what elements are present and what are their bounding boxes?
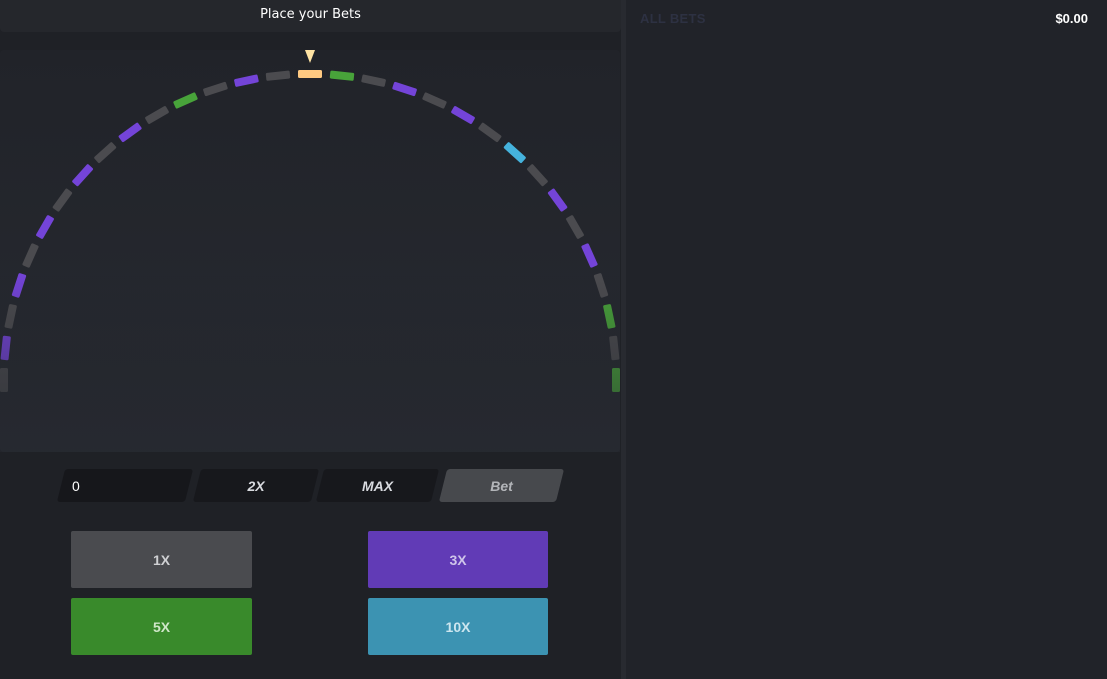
wheel-segment-grey bbox=[361, 74, 386, 87]
wheel-segment-grey bbox=[265, 70, 291, 81]
max-button[interactable]: MAX bbox=[315, 469, 440, 502]
wheel-segment-purple bbox=[581, 243, 598, 268]
double-button[interactable]: 2X bbox=[192, 469, 320, 502]
wheel-segment-green bbox=[173, 92, 198, 109]
wheel-segment-grey bbox=[593, 273, 609, 298]
wheel-segment-purple bbox=[0, 335, 11, 361]
wheel-pointer-icon bbox=[305, 50, 315, 63]
wheel-segment-grey bbox=[527, 164, 548, 187]
wheel-segment-gold bbox=[298, 70, 322, 78]
wheel-segment-grey bbox=[52, 188, 73, 212]
wheel-segment-grey bbox=[478, 122, 502, 143]
wheel-segment-purple bbox=[118, 122, 142, 143]
page-title: Place your Bets bbox=[260, 7, 361, 22]
multiplier-1x-button[interactable]: 1X bbox=[71, 531, 252, 588]
all-bets-label: ALL BETS bbox=[640, 11, 706, 26]
wheel-segment-green bbox=[329, 70, 355, 81]
bet-button[interactable]: Bet bbox=[438, 469, 565, 502]
wheel-segment-purple bbox=[11, 273, 27, 298]
wheel-segment-green bbox=[603, 304, 616, 329]
multiplier-10x-button[interactable]: 10X bbox=[368, 598, 548, 655]
bet-amount-input[interactable]: 0 bbox=[56, 469, 194, 502]
wheel-segment-grey bbox=[609, 335, 620, 361]
bet-amount-value: 0 bbox=[72, 477, 80, 494]
header-bar: Place your Bets bbox=[0, 0, 621, 32]
wheel-segment-grey bbox=[145, 106, 169, 124]
wheel-segment-grey bbox=[203, 81, 228, 97]
wheel-segment-grey bbox=[566, 215, 584, 239]
wheel-segment-grey bbox=[94, 142, 117, 163]
wheel-segment-grey bbox=[22, 243, 39, 268]
wheel-area bbox=[0, 50, 620, 452]
wheel-segment-purple bbox=[547, 188, 568, 212]
wheel-segment-purple bbox=[392, 81, 417, 97]
wheel-segment-purple bbox=[451, 106, 475, 124]
wheel bbox=[0, 50, 620, 452]
wheel-segment-grey bbox=[0, 368, 8, 392]
wheel-segment-grey bbox=[4, 304, 17, 329]
multiplier-5x-button[interactable]: 5X bbox=[71, 598, 252, 655]
max-button-label: MAX bbox=[361, 477, 394, 494]
game-panel: Place your Bets 0 2X MAX Bet 1X 3X 5X 10… bbox=[0, 0, 621, 679]
wheel-segment-purple bbox=[36, 215, 54, 239]
double-button-label: 2X bbox=[247, 477, 265, 494]
wheel-segment-green bbox=[612, 368, 620, 392]
wheel-segment-purple bbox=[234, 74, 259, 87]
total-bets-amount: $0.00 bbox=[1055, 11, 1088, 26]
wheel-segment-purple bbox=[72, 164, 93, 187]
wheel-segment-blue bbox=[503, 142, 526, 163]
all-bets-panel: ALL BETS $0.00 bbox=[626, 0, 1107, 679]
bet-button-label: Bet bbox=[490, 477, 513, 494]
multiplier-3x-button[interactable]: 3X bbox=[368, 531, 548, 588]
wheel-segment-grey bbox=[422, 92, 447, 109]
